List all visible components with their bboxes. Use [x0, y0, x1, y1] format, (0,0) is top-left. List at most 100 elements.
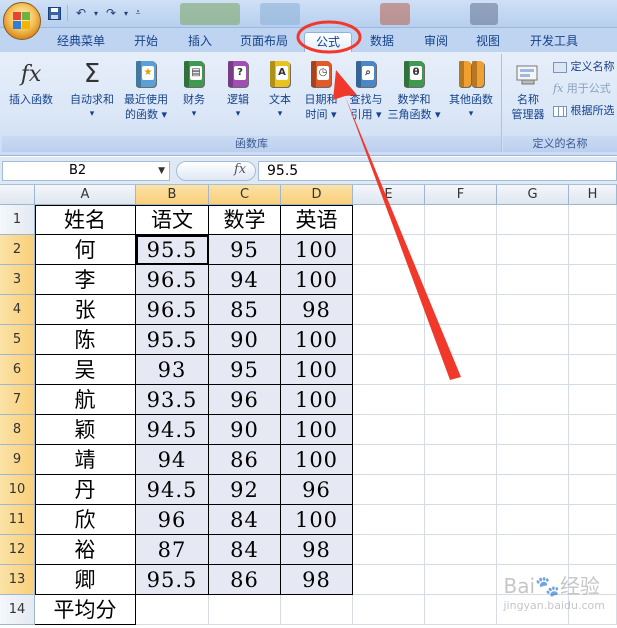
cell-g5[interactable]: [497, 325, 569, 355]
cell-e2[interactable]: [353, 235, 425, 265]
tab-formulas[interactable]: 公式: [304, 32, 352, 52]
cell-d7[interactable]: 100: [281, 385, 353, 415]
cell-a12[interactable]: 裕: [35, 535, 136, 565]
row-header[interactable]: 13: [0, 565, 35, 595]
cell-c13[interactable]: 86: [209, 565, 281, 595]
cell-h4[interactable]: [569, 295, 617, 325]
cell-c1[interactable]: 数学: [209, 205, 281, 235]
cell-d10[interactable]: 96: [281, 475, 353, 505]
text-button[interactable]: A 文本 ▾: [260, 58, 300, 122]
cell-b6[interactable]: 93: [136, 355, 209, 385]
cell-e5[interactable]: [353, 325, 425, 355]
column-header-c[interactable]: C: [209, 185, 281, 205]
tab-view[interactable]: 视图: [466, 32, 510, 52]
row-header[interactable]: 10: [0, 475, 35, 505]
cell-d13[interactable]: 98: [281, 565, 353, 595]
office-button[interactable]: [3, 2, 41, 40]
cell-g4[interactable]: [497, 295, 569, 325]
cell-b7[interactable]: 93.5: [136, 385, 209, 415]
cell-a11[interactable]: 欣: [35, 505, 136, 535]
cell-e7[interactable]: [353, 385, 425, 415]
cell-f11[interactable]: [425, 505, 497, 535]
cell-h10[interactable]: [569, 475, 617, 505]
cell-f10[interactable]: [425, 475, 497, 505]
customize-qat-icon[interactable]: ⩡: [133, 5, 143, 21]
undo-dropdown-icon[interactable]: ▾: [92, 5, 100, 21]
tab-page-layout[interactable]: 页面布局: [232, 32, 296, 52]
cell-e9[interactable]: [353, 445, 425, 475]
cell-h2[interactable]: [569, 235, 617, 265]
select-all-corner[interactable]: [0, 185, 35, 205]
cell-h12[interactable]: [569, 535, 617, 565]
use-in-formula-button[interactable]: fx 用于公式: [553, 80, 611, 98]
cell-h9[interactable]: [569, 445, 617, 475]
cell-a7[interactable]: 航: [35, 385, 136, 415]
insert-function-fx-button[interactable]: fx: [234, 162, 246, 177]
cell-c5[interactable]: 90: [209, 325, 281, 355]
cell-d6[interactable]: 100: [281, 355, 353, 385]
define-name-button[interactable]: 定义名称: [553, 58, 615, 76]
cell-g9[interactable]: [497, 445, 569, 475]
cell-g11[interactable]: [497, 505, 569, 535]
cell-e4[interactable]: [353, 295, 425, 325]
cell-d11[interactable]: 100: [281, 505, 353, 535]
cell-f6[interactable]: [425, 355, 497, 385]
row-header[interactable]: 5: [0, 325, 35, 355]
cell-c3[interactable]: 94: [209, 265, 281, 295]
lookup-reference-button[interactable]: ⌕ 查找与 引用 ▾: [346, 58, 386, 122]
cell-c4[interactable]: 85: [209, 295, 281, 325]
cell-f4[interactable]: [425, 295, 497, 325]
cell-e6[interactable]: [353, 355, 425, 385]
cell-g7[interactable]: [497, 385, 569, 415]
cell-a10[interactable]: 丹: [35, 475, 136, 505]
insert-function-button[interactable]: fx 插入函数: [4, 58, 58, 107]
cell-c14[interactable]: [209, 595, 281, 625]
cell-b10[interactable]: 94.5: [136, 475, 209, 505]
tab-review[interactable]: 审阅: [414, 32, 458, 52]
cell-g2[interactable]: [497, 235, 569, 265]
row-header[interactable]: 1: [0, 205, 35, 235]
cell-f12[interactable]: [425, 535, 497, 565]
cell-f14[interactable]: [425, 595, 497, 625]
save-icon[interactable]: [46, 5, 62, 21]
cell-d3[interactable]: 100: [281, 265, 353, 295]
more-functions-button[interactable]: 其他函数 ▾: [442, 58, 500, 122]
recently-used-button[interactable]: ★ 最近使用 的函数 ▾: [118, 58, 174, 122]
cell-b8[interactable]: 94.5: [136, 415, 209, 445]
undo-icon[interactable]: ↶: [73, 5, 89, 21]
cell-h6[interactable]: [569, 355, 617, 385]
cell-h5[interactable]: [569, 325, 617, 355]
cell-f13[interactable]: [425, 565, 497, 595]
cell-d5[interactable]: 100: [281, 325, 353, 355]
cell-d12[interactable]: 98: [281, 535, 353, 565]
cell-b11[interactable]: 96: [136, 505, 209, 535]
cell-b4[interactable]: 96.5: [136, 295, 209, 325]
row-header[interactable]: 12: [0, 535, 35, 565]
cell-d14[interactable]: [281, 595, 353, 625]
cell-h1[interactable]: [569, 205, 617, 235]
cell-a3[interactable]: 李: [35, 265, 136, 295]
row-header[interactable]: 14: [0, 595, 35, 625]
cell-a14[interactable]: 平均分: [35, 595, 136, 625]
cell-e1[interactable]: [353, 205, 425, 235]
cell-a8[interactable]: 颖: [35, 415, 136, 445]
cell-f3[interactable]: [425, 265, 497, 295]
cell-h8[interactable]: [569, 415, 617, 445]
cell-d9[interactable]: 100: [281, 445, 353, 475]
cell-e8[interactable]: [353, 415, 425, 445]
cell-g10[interactable]: [497, 475, 569, 505]
cell-b14[interactable]: [136, 595, 209, 625]
cell-c8[interactable]: 90: [209, 415, 281, 445]
tab-home[interactable]: 开始: [124, 32, 168, 52]
cell-c9[interactable]: 86: [209, 445, 281, 475]
redo-dropdown-icon[interactable]: ▾: [122, 5, 130, 21]
cell-f8[interactable]: [425, 415, 497, 445]
cell-a5[interactable]: 陈: [35, 325, 136, 355]
tab-classic-menu[interactable]: 经典菜单: [50, 32, 112, 52]
math-trig-button[interactable]: θ 数学和 三角函数 ▾: [384, 58, 444, 122]
cell-g1[interactable]: [497, 205, 569, 235]
cell-a2[interactable]: 何: [35, 235, 136, 265]
cell-f9[interactable]: [425, 445, 497, 475]
row-header[interactable]: 4: [0, 295, 35, 325]
row-header[interactable]: 7: [0, 385, 35, 415]
